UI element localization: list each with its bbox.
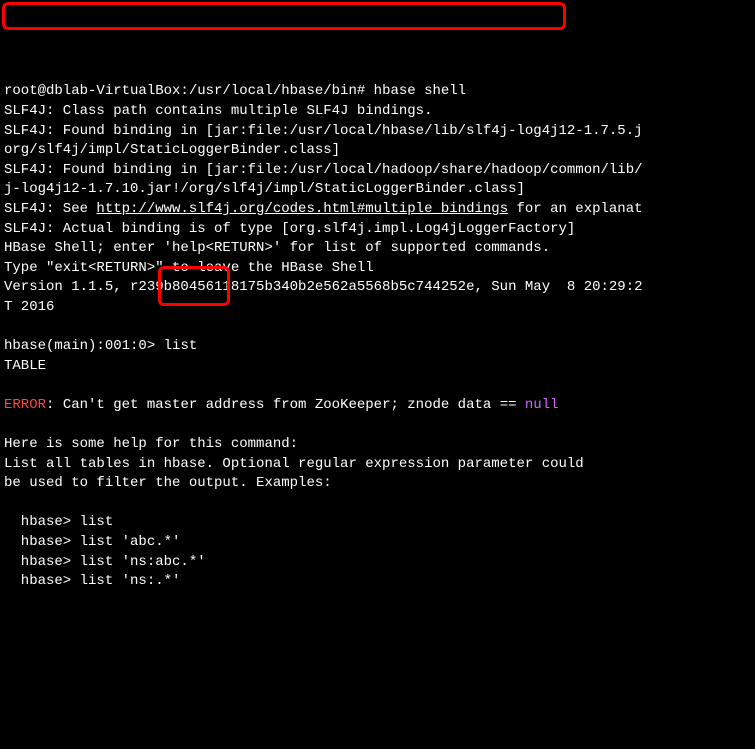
highlight-box-command (2, 2, 566, 30)
help-text: List all tables in hbase. Optional regul… (4, 456, 584, 472)
log-line: for an explanat (508, 201, 642, 217)
log-line: SLF4J: Found binding in [jar:file:/usr/l… (4, 123, 643, 139)
hbase-command: list (155, 338, 197, 354)
example-line: hbase> list 'abc.*' (4, 534, 180, 550)
example-line: hbase> list 'ns:abc.*' (4, 554, 206, 570)
hbase-prompt: hbase(main):001:0> (4, 338, 155, 354)
log-line: org/slf4j/impl/StaticLoggerBinder.class] (4, 142, 340, 158)
table-header: TABLE (4, 358, 46, 374)
null-value: null (525, 397, 559, 413)
help-text: be used to filter the output. Examples: (4, 475, 332, 491)
log-line: HBase Shell; enter 'help<RETURN>' for li… (4, 240, 550, 256)
log-line: SLF4J: Class path contains multiple SLF4… (4, 103, 432, 119)
log-line: SLF4J: Actual binding is of type [org.sl… (4, 221, 575, 237)
terminal-output: root@dblab-VirtualBox:/usr/local/hbase/b… (4, 82, 751, 591)
slf4j-url-link[interactable]: http://www.slf4j.org/codes.html#multiple… (96, 201, 508, 217)
shell-command: hbase shell (365, 83, 466, 99)
log-line: j-log4j12-1.7.10.jar!/org/slf4j/impl/Sta… (4, 181, 525, 197)
example-line: hbase> list (4, 514, 113, 530)
version-line: Version 1.1.5, r239b80456118175b340b2e56… (4, 279, 643, 295)
error-message: : Can't get master address from ZooKeepe… (46, 397, 525, 413)
error-label: ERROR (4, 397, 46, 413)
example-line: hbase> list 'ns:.*' (4, 573, 180, 589)
log-line: SLF4J: Found binding in [jar:file:/usr/l… (4, 162, 643, 178)
log-line: Type "exit<RETURN>" to leave the HBase S… (4, 260, 374, 276)
version-line: T 2016 (4, 299, 54, 315)
help-text: Here is some help for this command: (4, 436, 298, 452)
log-line: SLF4J: See (4, 201, 96, 217)
shell-prompt-path: root@dblab-VirtualBox:/usr/local/hbase/b… (4, 83, 365, 99)
